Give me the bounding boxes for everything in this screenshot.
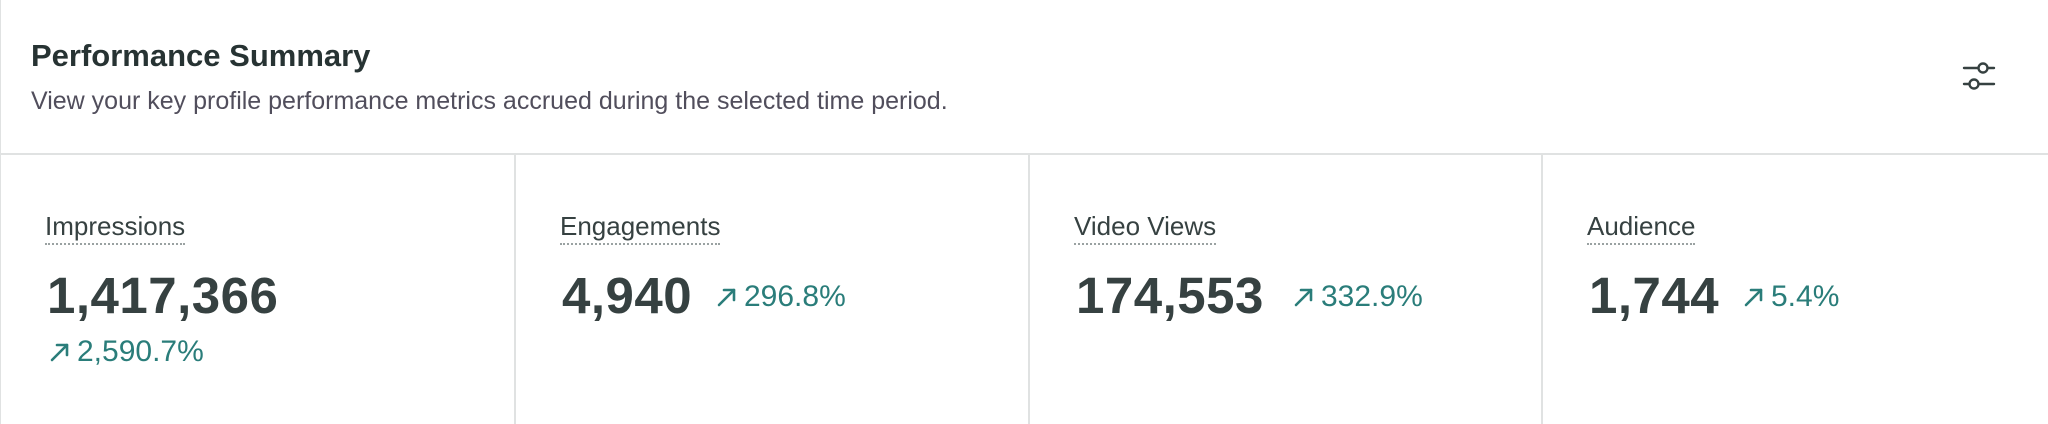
card-header: Performance Summary View your key profil…: [1, 0, 2048, 155]
card-subtitle: View your key profile performance metric…: [31, 87, 948, 115]
customize-metrics-button[interactable]: [1959, 56, 1999, 96]
card-title: Performance Summary: [31, 38, 371, 73]
metric-value: 1,744: [1589, 267, 1720, 324]
trend-up-arrow-icon: [1294, 288, 1313, 307]
metric-change-value: 332.9%: [1321, 280, 1423, 313]
trend-up-arrow-icon: [717, 288, 736, 307]
metric-change: 332.9%: [1293, 279, 1423, 315]
metric-value: 174,553: [1076, 267, 1264, 324]
sliders-icon: [1962, 62, 1996, 90]
metric-change: 5.4%: [1743, 279, 1839, 315]
metric-label[interactable]: Audience: [1587, 209, 1696, 245]
metric-video-views: Video Views 174,553 332.9%: [1028, 155, 1541, 424]
metrics-row: Impressions 1,417,366 2,590.7% Engagemen…: [1, 155, 2048, 424]
metric-value: 1,417,366: [47, 267, 279, 324]
metric-label[interactable]: Video Views: [1074, 209, 1217, 245]
metric-change: 296.8%: [716, 279, 846, 315]
metric-audience: Audience 1,744 5.4%: [1541, 155, 2048, 424]
metric-impressions: Impressions 1,417,366 2,590.7%: [1, 155, 514, 424]
trend-up-arrow-icon: [1744, 288, 1763, 307]
metric-label[interactable]: Impressions: [45, 209, 186, 245]
trend-up-arrow-icon: [50, 343, 69, 362]
metric-value: 4,940: [562, 267, 693, 324]
metric-change-value: 2,590.7%: [77, 335, 204, 368]
metric-engagements: Engagements 4,940 296.8%: [514, 155, 1028, 424]
metric-change-value: 296.8%: [744, 280, 846, 313]
performance-summary-card: Performance Summary View your key profil…: [0, 0, 2048, 424]
metric-change: 2,590.7%: [49, 334, 204, 370]
metric-label[interactable]: Engagements: [560, 209, 721, 245]
metric-change-value: 5.4%: [1771, 280, 1840, 313]
